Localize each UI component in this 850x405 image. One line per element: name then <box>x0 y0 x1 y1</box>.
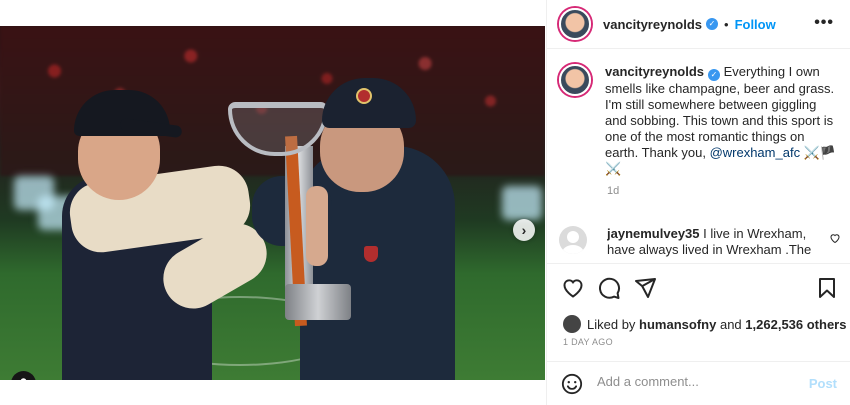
trophy-base <box>285 284 351 320</box>
cap-badge <box>356 88 372 104</box>
caption-username[interactable]: vancityreynolds <box>605 64 704 79</box>
comment-text-block: jaynemulvey35 I live in Wrexham, have al… <box>607 226 815 258</box>
stadium-light <box>502 186 542 220</box>
carousel-next-button[interactable]: › <box>513 219 535 241</box>
verified-badge-icon: ✓ <box>706 18 718 30</box>
caption-text-block: vancityreynolds ✓ Everything I own smells… <box>605 64 841 177</box>
likes-conj: and <box>719 316 742 332</box>
liker-avatar[interactable] <box>563 315 581 333</box>
add-comment-input[interactable] <box>597 374 797 389</box>
post-date[interactable]: 1 DAY AGO <box>563 337 613 347</box>
more-options-icon[interactable]: ••• <box>814 14 834 32</box>
liker-username[interactable]: humansofny <box>639 317 716 332</box>
follow-button[interactable]: Follow <box>735 17 776 32</box>
caption-avatar[interactable] <box>559 64 591 96</box>
commenter-username[interactable]: jaynemulvey35 <box>607 226 700 241</box>
share-icon[interactable] <box>633 276 657 300</box>
caption-timestamp[interactable]: 1d <box>607 185 841 197</box>
post-caption: vancityreynolds ✓ Everything I own smells… <box>559 64 841 197</box>
likes-summary: Liked by humansofny and 1,262,536 others <box>563 315 846 333</box>
author-username[interactable]: vancityreynolds <box>603 17 702 32</box>
comment-item: jaynemulvey35 I live in Wrexham, have al… <box>559 226 841 258</box>
caption-mention-link[interactable]: @wrexham_afc <box>710 145 801 160</box>
heart-icon[interactable] <box>561 276 585 300</box>
verified-badge-icon: ✓ <box>708 69 720 81</box>
author-avatar[interactable] <box>559 8 591 40</box>
emoji-icon[interactable] <box>561 373 583 395</box>
post-header: vancityreynolds ✓ • Follow ••• <box>547 0 850 49</box>
user-tag-icon <box>20 378 27 380</box>
post-photo[interactable]: › <box>0 26 545 380</box>
user-tag-button[interactable] <box>11 371 36 380</box>
commenter-avatar[interactable] <box>559 226 587 254</box>
add-comment-bar: Post <box>547 361 850 405</box>
likes-prefix: Liked by <box>587 316 636 332</box>
separator-dot: • <box>724 16 729 32</box>
post-comment-button[interactable]: Post <box>809 376 837 391</box>
likes-count-link[interactable]: 1,262,536 others <box>745 317 846 332</box>
comment-icon[interactable] <box>597 276 621 300</box>
club-crest <box>364 246 378 262</box>
post-actions-bar <box>547 263 850 311</box>
comment-like-heart-icon[interactable] <box>829 232 841 244</box>
bookmark-icon[interactable] <box>815 276 839 300</box>
post-side-panel: vancityreynolds ✓ • Follow ••• vancityre… <box>546 0 850 405</box>
person-right-hand <box>306 186 328 266</box>
